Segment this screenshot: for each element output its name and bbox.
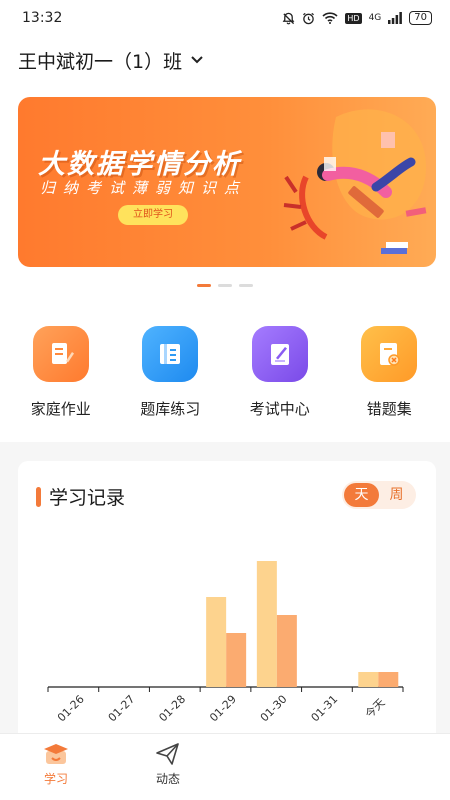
x-tick-label: 01-30 (258, 693, 290, 725)
banner-pagination (0, 284, 450, 287)
class-selector[interactable]: 王中斌初一（1）班 (18, 44, 204, 76)
wifi-icon (322, 12, 338, 24)
battery-indicator: 70 (409, 11, 432, 25)
question-bank-icon (142, 326, 199, 382)
feature-label: 考试中心 (249, 400, 310, 418)
banner-subtitle: 归纳考试薄弱知识点 (40, 179, 248, 197)
class-name: 王中斌初一（1）班 (18, 50, 183, 73)
mistake-book-icon (361, 326, 418, 382)
mute-bell-icon (283, 12, 295, 24)
homework-icon (32, 326, 89, 382)
status-icons: HD 4G 70 (282, 11, 432, 25)
status-time: 13:32 (22, 10, 63, 26)
learning-record-card: 学习记录 天 周 01-26 01-27 01-28 01-29 01-30 01-31 今… (18, 461, 436, 751)
tab-activity[interactable]: 动态 (112, 734, 224, 800)
x-tick-label: 01-26 (55, 693, 87, 725)
feature-label: 错题集 (366, 400, 412, 418)
paper-plane-icon (156, 743, 179, 765)
bar-01-30-series-1 (256, 561, 277, 687)
feature-homework[interactable]: 家庭作业 (11, 326, 111, 419)
feature-label: 题库练习 (140, 400, 201, 418)
banner-title: 大数据学情分析 (38, 149, 241, 180)
banner-dot-2[interactable] (218, 284, 232, 287)
x-tick-label: 01-27 (106, 693, 138, 725)
x-tick-label: 01-29 (207, 693, 239, 725)
feature-question-bank[interactable]: 题库练习 (120, 326, 220, 419)
banner-dot-3[interactable] (239, 284, 253, 287)
bottom-tab-bar: 学习 动态 (0, 733, 450, 800)
banner-dot-1[interactable] (197, 284, 211, 287)
x-tick-label: 今天 (362, 695, 387, 720)
hd-badge: HD (345, 12, 362, 24)
banner-learn-button[interactable]: 立即学习 (118, 205, 188, 225)
tab-label: 动态 (155, 772, 180, 786)
bar-01-30-series-2 (276, 615, 297, 687)
feature-grid: 家庭作业 题库练习 考试中心 错题集 (0, 326, 450, 419)
x-tick-label: 01-31 (309, 693, 341, 725)
reading-girl-illustration (283, 109, 427, 254)
tab-label: 学习 (43, 772, 68, 786)
signal-icon (388, 12, 403, 24)
feature-exam-center[interactable]: 考试中心 (230, 326, 330, 419)
learning-record-chart: 01-26 01-27 01-28 01-29 01-30 01-31 今天 (47, 561, 404, 725)
alarm-icon (303, 12, 315, 24)
feature-label: 家庭作业 (30, 400, 91, 418)
exam-center-icon (251, 326, 308, 382)
x-tick-label: 01-28 (156, 693, 188, 725)
network-label: 4G (368, 13, 382, 23)
bar-01-29-series-2 (226, 633, 247, 687)
bar-01-29-series-1 (206, 597, 227, 687)
bar-今天-series-2 (378, 672, 399, 687)
bar-今天-series-1 (358, 672, 379, 687)
promo-banner[interactable]: 大数据学情分析 归纳考试薄弱知识点 立即学习 (18, 97, 436, 267)
status-bar: 13:32 HD 4G 70 (0, 0, 450, 36)
chevron-down-icon (191, 56, 203, 64)
feature-mistake-book[interactable]: 错题集 (339, 326, 439, 419)
tab-study[interactable]: 学习 (0, 734, 112, 800)
study-icon (44, 744, 68, 764)
